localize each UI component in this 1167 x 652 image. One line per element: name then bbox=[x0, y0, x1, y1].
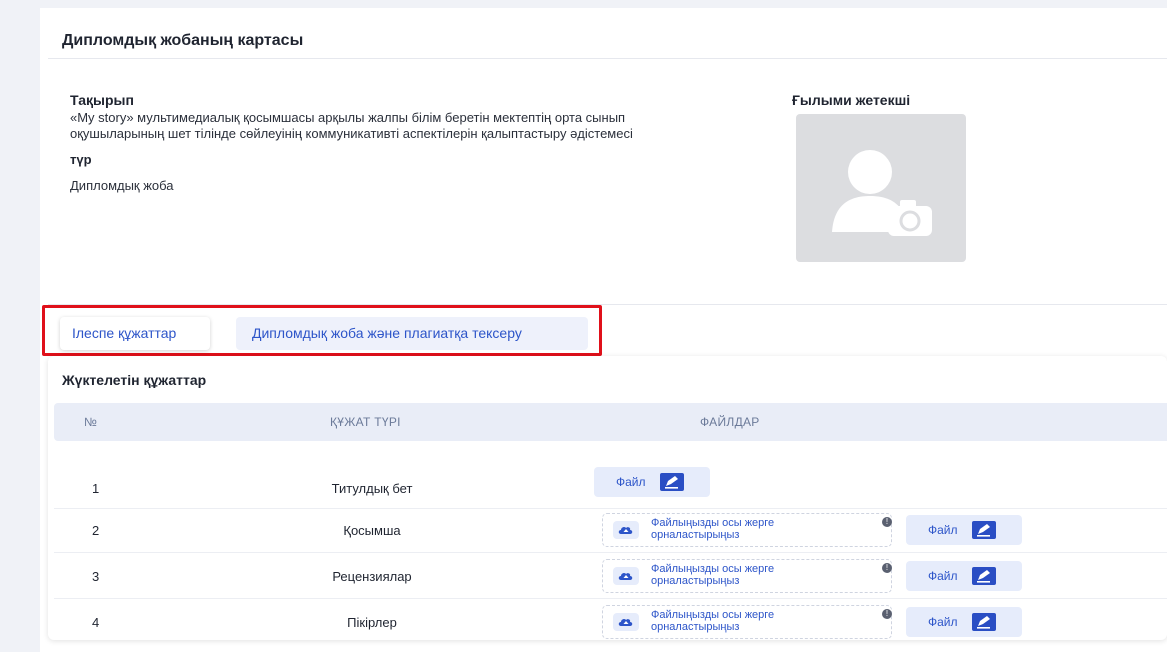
type-label: түр bbox=[70, 152, 92, 167]
file-button[interactable]: Файл bbox=[906, 515, 1022, 545]
file-button[interactable]: Файл bbox=[906, 607, 1022, 637]
file-button-label: Файл bbox=[928, 523, 958, 537]
dropzone-line-1: Файлыңызды осы жерге bbox=[651, 517, 775, 529]
dropzone-line-2: орналастырыңыз bbox=[651, 529, 740, 541]
file-button-label: Файл bbox=[928, 569, 958, 583]
cloud-upload-icon bbox=[613, 613, 639, 631]
row-document-type: Пікірлер bbox=[347, 615, 397, 630]
row-divider bbox=[54, 598, 1167, 599]
dropzone-text: Файлыңызды осы жерге орналастырыңыз bbox=[651, 517, 831, 541]
file-dropzone[interactable]: Файлыңызды осы жерге орналастырыңыз ! bbox=[602, 559, 892, 593]
edit-icon bbox=[659, 473, 684, 491]
column-header-type: ҚҰЖАТ ТҮРІ bbox=[330, 415, 401, 429]
file-button-label: Файл bbox=[616, 475, 646, 489]
user-placeholder-icon bbox=[832, 150, 932, 236]
documents-title: Жүктелетін құжаттар bbox=[62, 372, 207, 388]
topic-text-line-2: оқушыларының шет тілінде сөйлеуінің комм… bbox=[70, 126, 633, 141]
edit-icon bbox=[971, 567, 996, 585]
info-icon[interactable]: ! bbox=[882, 563, 892, 573]
page-title: Дипломдық жобаның картасы bbox=[62, 32, 304, 49]
row-number: 1 bbox=[92, 481, 100, 496]
file-button[interactable]: Файл bbox=[594, 467, 710, 497]
row-number: 3 bbox=[92, 569, 100, 584]
column-header-num: № bbox=[84, 415, 98, 429]
file-dropzone[interactable]: Файлыңызды осы жерге орналастырыңыз ! bbox=[602, 605, 892, 639]
file-button-label: Файл bbox=[928, 615, 958, 629]
tab-diploma-plagiarism-check[interactable]: Дипломдық жоба және плагиатқа тексеру bbox=[236, 317, 588, 350]
tab-accompanying-documents[interactable]: Ілеспе құжаттар bbox=[60, 317, 210, 350]
supervisor-label: Ғылыми жетекші bbox=[792, 92, 911, 108]
cloud-upload-icon bbox=[613, 567, 639, 585]
topic-label: Тақырып bbox=[70, 92, 134, 108]
dropzone-line-1: Файлыңызды осы жерге bbox=[651, 563, 775, 575]
row-document-type: Титулдық бет bbox=[331, 481, 413, 496]
dropzone-text: Файлыңызды осы жерге орналастырыңыз bbox=[651, 563, 831, 587]
file-dropzone[interactable]: Файлыңызды осы жерге орналастырыңыз ! bbox=[602, 513, 892, 547]
type-value: Дипломдық жоба bbox=[70, 178, 174, 193]
column-header-files: ФАЙЛДАР bbox=[700, 415, 760, 429]
title-divider bbox=[48, 58, 1167, 59]
row-number: 2 bbox=[92, 523, 100, 538]
dropzone-text: Файлыңызды осы жерге орналастырыңыз bbox=[651, 609, 831, 633]
row-number: 4 bbox=[92, 615, 100, 630]
diploma-card-page: Дипломдық жобаның картасы Тақырып «My st… bbox=[40, 8, 1167, 652]
topic-text-line-1: «My story» мультимедиалық қосымшасы арқы… bbox=[70, 110, 626, 125]
file-button[interactable]: Файл bbox=[906, 561, 1022, 591]
info-icon[interactable]: ! bbox=[882, 609, 892, 619]
documents-card: Жүктелетін құжаттар № ҚҰЖАТ ТҮРІ ФАЙЛДАР… bbox=[48, 356, 1167, 640]
row-divider bbox=[54, 508, 1167, 509]
supervisor-avatar bbox=[796, 114, 966, 262]
dropzone-line-1: Файлыңызды осы жерге bbox=[651, 609, 775, 621]
row-document-type: Қосымша bbox=[343, 523, 401, 538]
edit-icon bbox=[971, 521, 996, 539]
edit-icon bbox=[971, 613, 996, 631]
row-document-type: Рецензиялар bbox=[332, 569, 412, 584]
info-icon[interactable]: ! bbox=[882, 517, 892, 527]
dropzone-line-2: орналастырыңыз bbox=[651, 621, 740, 633]
cloud-upload-icon bbox=[613, 521, 639, 539]
row-divider bbox=[54, 552, 1167, 553]
dropzone-line-2: орналастырыңыз bbox=[651, 575, 740, 587]
table-header: № ҚҰЖАТ ТҮРІ ФАЙЛДАР bbox=[54, 403, 1167, 441]
